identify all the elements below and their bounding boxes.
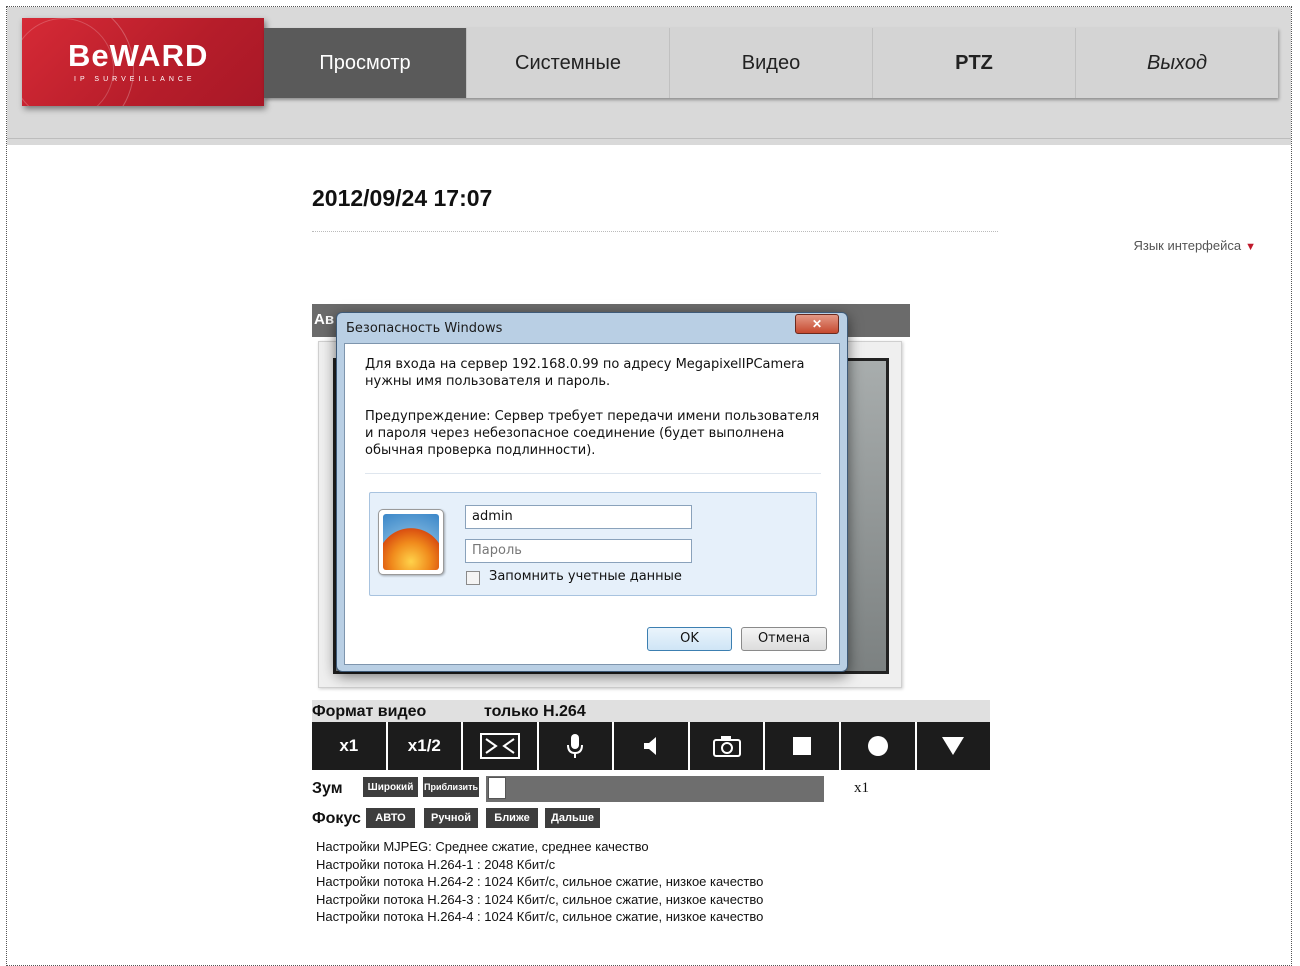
- stop-button[interactable]: [765, 722, 839, 770]
- language-label: Язык интерфейса: [1133, 238, 1242, 253]
- password-field[interactable]: Пароль: [465, 539, 692, 563]
- credential-tile: admin Пароль Запомнить учетные данные: [369, 492, 817, 596]
- focus-far-button[interactable]: Дальше: [545, 808, 600, 828]
- microphone-button[interactable]: [538, 722, 613, 770]
- record-button[interactable]: [840, 722, 915, 770]
- focus-manual-button[interactable]: Ручной: [424, 808, 478, 828]
- zoom-value: x1: [854, 780, 869, 796]
- close-icon: ✕: [811, 317, 823, 331]
- camera-icon: [712, 736, 741, 757]
- dialog-title: Безопасность Windows: [346, 321, 503, 336]
- zoom-tele-button[interactable]: Приблизить: [423, 777, 479, 797]
- stream-info-line: Настройки потока H.264-1 : 2048 Кбит/с: [316, 856, 556, 872]
- zoom-wide-button[interactable]: Широкий: [363, 777, 418, 797]
- format-value: только H.264: [484, 703, 586, 720]
- record-icon: [867, 736, 888, 756]
- dialog-warning: Предупреждение: Сервер требует передачи …: [365, 409, 820, 458]
- fit-screen-button[interactable]: [463, 722, 537, 770]
- zoom-slider-handle[interactable]: [488, 777, 506, 799]
- nav-view[interactable]: Просмотр: [264, 28, 467, 98]
- nav-video[interactable]: Видео: [670, 28, 873, 98]
- nav-ptz[interactable]: PTZ: [873, 28, 1076, 98]
- stream-info-line: Настройки потока H.264-4 : 1024 Кбит/с, …: [316, 909, 764, 924]
- user-avatar: [378, 509, 444, 575]
- nav-system[interactable]: Системные: [467, 28, 670, 98]
- username-field[interactable]: admin: [465, 505, 692, 529]
- stream-info-line: Настройки MJPEG: Среднее сжатие, среднее…: [316, 839, 649, 854]
- dropdown-arrow-icon: ▼: [1245, 241, 1256, 253]
- dotted-divider: [312, 231, 998, 232]
- microphone-icon: [567, 734, 584, 758]
- beward-logo[interactable]: BeWARD IP SURVEILLANCE: [22, 18, 264, 106]
- stream-info-line: Настройки потока H.264-2 : 1024 Кбит/с, …: [316, 874, 764, 889]
- speaker-button[interactable]: [614, 722, 688, 770]
- stream-info-line: Настройки потока H.264-3 : 1024 Кбит/с, …: [316, 891, 764, 907]
- flower-avatar-icon: [383, 514, 439, 570]
- snapshot-button[interactable]: [689, 722, 764, 770]
- dialog-message: Для входа на сервер 192.168.0.99 по адре…: [365, 357, 805, 389]
- zoom-label: Зум: [312, 780, 343, 797]
- dialog-separator: [365, 473, 821, 474]
- cancel-button[interactable]: Отмена: [741, 627, 827, 651]
- stop-icon: [793, 737, 812, 755]
- focus-label: Фокус: [312, 810, 361, 827]
- format-bar: Формат видео только H.264: [312, 700, 990, 722]
- logo-tagline: IP SURVEILLANCE: [74, 76, 196, 83]
- zoom-1x-button[interactable]: x1: [312, 722, 386, 770]
- close-button[interactable]: ✕: [795, 314, 839, 334]
- remember-label: Запомнить учетные данные: [489, 569, 682, 584]
- focus-auto-button[interactable]: АВТО: [366, 808, 415, 828]
- camera-datetime: 2012/09/24 17:07: [312, 185, 493, 211]
- zoom-half-button[interactable]: x1/2: [387, 722, 462, 770]
- ok-button[interactable]: OK: [647, 627, 732, 651]
- speaker-icon: [644, 737, 657, 755]
- stream-info: Настройки MJPEG: Среднее сжатие, среднее…: [316, 838, 763, 926]
- format-label: Формат видео: [312, 703, 427, 720]
- triangle-down-icon: [942, 737, 965, 755]
- header-divider: [7, 138, 1291, 139]
- focus-near-button[interactable]: Ближе: [486, 808, 538, 828]
- zoom-slider[interactable]: [486, 776, 824, 802]
- language-selector[interactable]: Язык интерфейса ▼: [1133, 238, 1256, 253]
- main-nav: Просмотр Системные Видео PTZ Выход: [264, 28, 1278, 98]
- dialog-body: Для входа на сервер 192.168.0.99 по адре…: [344, 343, 840, 665]
- logo-brand-text: BeWARD: [68, 38, 209, 73]
- fit-screen-icon: [479, 733, 520, 759]
- video-header-text: Ав: [314, 311, 335, 328]
- nav-logout[interactable]: Выход: [1076, 28, 1278, 98]
- windows-security-dialog: Безопасность Windows ✕ Для входа на серв…: [336, 312, 848, 672]
- more-options-button[interactable]: [916, 722, 991, 770]
- remember-checkbox[interactable]: [466, 571, 480, 585]
- video-control-bar: x1 x1/2: [312, 722, 991, 770]
